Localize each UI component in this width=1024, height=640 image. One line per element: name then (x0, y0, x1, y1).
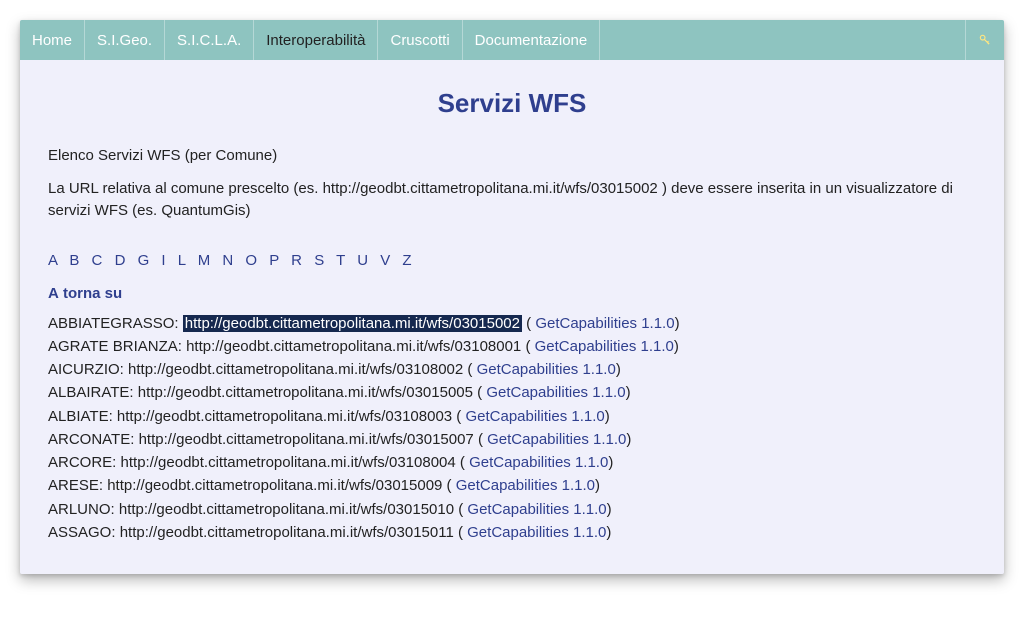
alpha-letter-u[interactable]: U (357, 252, 369, 269)
alpha-letter-s[interactable]: S (314, 252, 325, 269)
getcapabilities-link[interactable]: GetCapabilities 1.1.0 (467, 501, 606, 518)
comune-name: ASSAGO: (48, 524, 120, 541)
page-title: Servizi WFS (48, 88, 976, 119)
comune-name: ALBIATE: (48, 408, 117, 425)
wfs-url: http://geodbt.cittametropolitana.mi.it/w… (119, 501, 454, 518)
nav-home[interactable]: Home (20, 20, 84, 60)
getcapabilities-link[interactable]: GetCapabilities 1.1.0 (535, 338, 674, 355)
alpha-letter-t[interactable]: T (336, 252, 346, 269)
content-area: Servizi WFS Elenco Servizi WFS (per Comu… (20, 60, 1004, 574)
nav-interoperabilit[interactable]: Interoperabilità (253, 20, 377, 60)
nav-cruscotti[interactable]: Cruscotti (377, 20, 461, 60)
alpha-letter-b[interactable]: B (69, 252, 80, 269)
comune-row: ARLUNO: http://geodbt.cittametropolitana… (48, 498, 976, 521)
comune-name: ALBAIRATE: (48, 384, 138, 401)
comune-row: ASSAGO: http://geodbt.cittametropolitana… (48, 521, 976, 544)
alpha-letter-a[interactable]: A (48, 252, 58, 269)
getcapabilities-link[interactable]: GetCapabilities 1.1.0 (486, 384, 625, 401)
comune-row: ALBIATE: http://geodbt.cittametropolitan… (48, 405, 976, 428)
wfs-url: http://geodbt.cittametropolitana.mi.it/w… (139, 431, 474, 448)
alpha-letter-g[interactable]: G (138, 252, 151, 269)
wfs-url: http://geodbt.cittametropolitana.mi.it/w… (117, 408, 452, 425)
getcapabilities-link[interactable]: GetCapabilities 1.1.0 (487, 431, 626, 448)
comune-row: ARESE: http://geodbt.cittametropolitana.… (48, 474, 976, 497)
nav-sigeo[interactable]: S.I.Geo. (84, 20, 164, 60)
getcapabilities-link[interactable]: GetCapabilities 1.1.0 (465, 408, 604, 425)
comune-row: AICURZIO: http://geodbt.cittametropolita… (48, 358, 976, 381)
wfs-url: http://geodbt.cittametropolitana.mi.it/w… (120, 524, 454, 541)
comune-name: ARCONATE: (48, 431, 139, 448)
alpha-letter-r[interactable]: R (291, 252, 303, 269)
key-icon[interactable] (965, 20, 1004, 60)
comune-name: AICURZIO: (48, 361, 128, 378)
alpha-letter-d[interactable]: D (115, 252, 127, 269)
alpha-letter-o[interactable]: O (245, 252, 258, 269)
nav-sicla[interactable]: S.I.C.L.A. (164, 20, 253, 60)
getcapabilities-link[interactable]: GetCapabilities 1.1.0 (469, 454, 608, 471)
back-to-top-link[interactable]: torna su (63, 285, 122, 302)
main-nav: HomeS.I.Geo.S.I.C.L.A.InteroperabilitàCr… (20, 20, 1004, 60)
comune-row: ARCONATE: http://geodbt.cittametropolita… (48, 428, 976, 451)
getcapabilities-link[interactable]: GetCapabilities 1.1.0 (477, 361, 616, 378)
getcapabilities-link[interactable]: GetCapabilities 1.1.0 (535, 315, 674, 332)
alpha-letter-n[interactable]: N (222, 252, 234, 269)
comune-name: ARLUNO: (48, 501, 119, 518)
nav-documentazione[interactable]: Documentazione (462, 20, 600, 60)
description: La URL relativa al comune prescelto (es.… (48, 178, 976, 222)
nav-spacer (599, 20, 965, 60)
comune-name: AGRATE BRIANZA: (48, 338, 186, 355)
comune-name: ABBIATEGRASSO: (48, 315, 183, 332)
subtitle: Elenco Servizi WFS (per Comune) (48, 147, 976, 164)
comune-row: AGRATE BRIANZA: http://geodbt.cittametro… (48, 335, 976, 358)
getcapabilities-link[interactable]: GetCapabilities 1.1.0 (456, 477, 595, 494)
wfs-url: http://geodbt.cittametropolitana.mi.it/w… (186, 338, 521, 355)
alpha-letter-z[interactable]: Z (402, 252, 412, 269)
comune-row: ABBIATEGRASSO: http://geodbt.cittametrop… (48, 312, 976, 335)
comune-list: ABBIATEGRASSO: http://geodbt.cittametrop… (48, 312, 976, 545)
comune-row: ARCORE: http://geodbt.cittametropolitana… (48, 451, 976, 474)
wfs-url: http://geodbt.cittametropolitana.mi.it/w… (121, 454, 456, 471)
wfs-url: http://geodbt.cittametropolitana.mi.it/w… (128, 361, 463, 378)
alpha-letter-p[interactable]: P (269, 252, 280, 269)
getcapabilities-link[interactable]: GetCapabilities 1.1.0 (467, 524, 606, 541)
alphabet-index: A B C D G I L M N O P R S T U V Z (48, 252, 976, 269)
comune-name: ARCORE: (48, 454, 121, 471)
alpha-letter-v[interactable]: V (380, 252, 391, 269)
wfs-url: http://geodbt.cittametropolitana.mi.it/w… (107, 477, 442, 494)
letter-label: A (48, 285, 59, 302)
alpha-letter-c[interactable]: C (92, 252, 104, 269)
comune-row: ALBAIRATE: http://geodbt.cittametropolit… (48, 381, 976, 404)
alpha-letter-i[interactable]: I (161, 252, 166, 269)
wfs-url: http://geodbt.cittametropolitana.mi.it/w… (183, 315, 522, 332)
alpha-letter-m[interactable]: M (198, 252, 212, 269)
page-card: HomeS.I.Geo.S.I.C.L.A.InteroperabilitàCr… (20, 20, 1004, 574)
letter-anchor: A torna su (48, 285, 976, 302)
comune-name: ARESE: (48, 477, 107, 494)
alpha-letter-l[interactable]: L (178, 252, 187, 269)
wfs-url: http://geodbt.cittametropolitana.mi.it/w… (138, 384, 473, 401)
